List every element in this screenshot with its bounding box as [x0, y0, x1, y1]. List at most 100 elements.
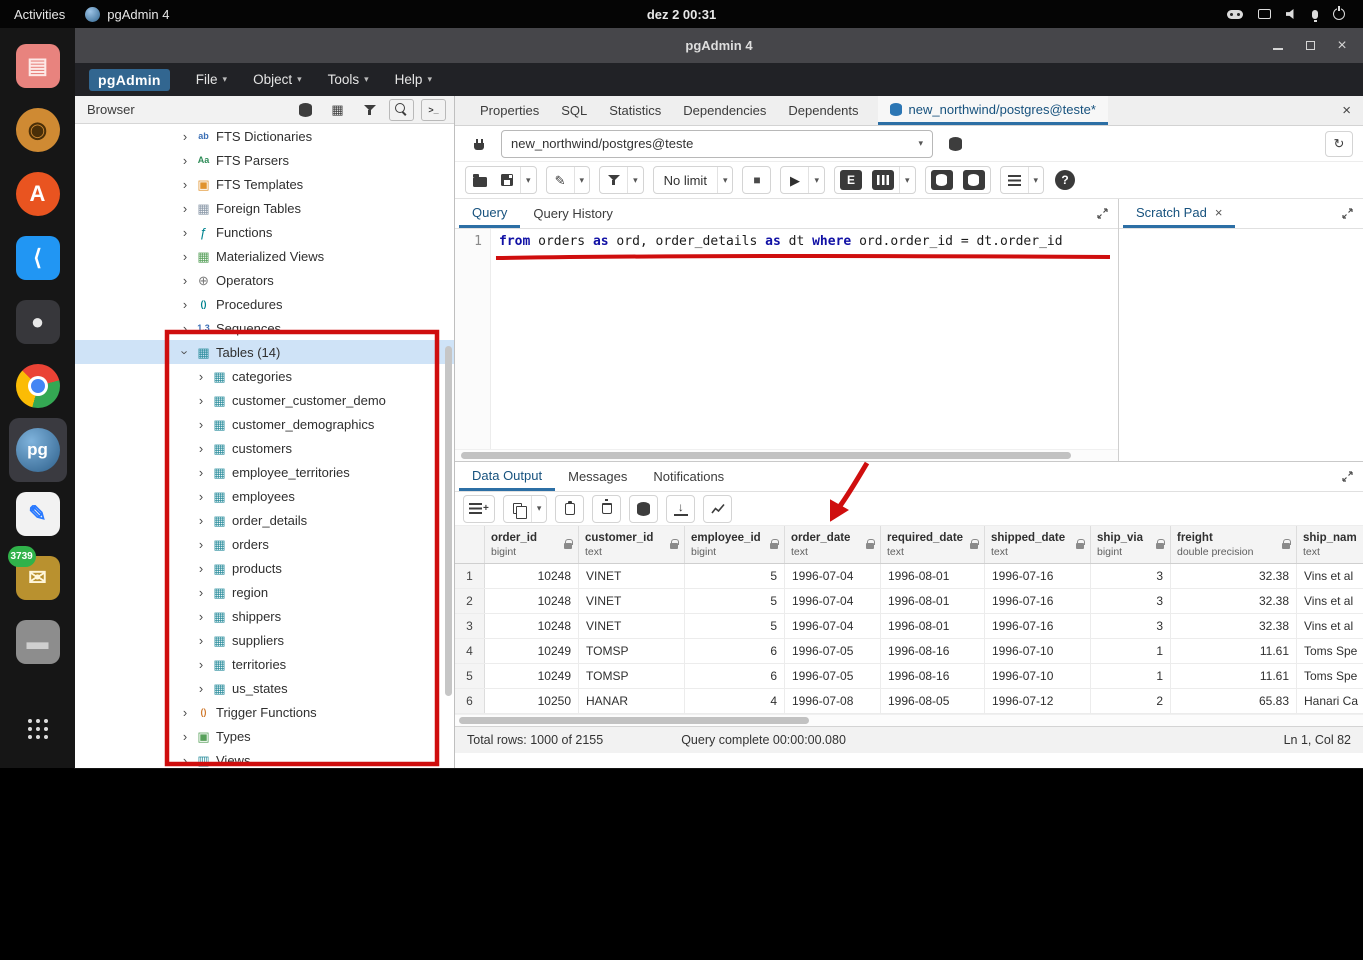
cell-order-date[interactable]: 1996-07-04: [785, 589, 881, 613]
column-header-ship-via[interactable]: ship_via bigint: [1091, 526, 1171, 563]
paste-button[interactable]: [556, 496, 583, 522]
cell-order-id[interactable]: 10248: [485, 589, 579, 613]
cell-shipped-date[interactable]: 1996-07-16: [985, 589, 1091, 613]
tab-statistics[interactable]: Statistics: [598, 96, 672, 125]
dock-item-ubuntu-software-app[interactable]: A: [9, 162, 67, 226]
query-tool-button[interactable]: [293, 99, 318, 121]
table-row[interactable]: 6 10250 HANAR 4 1996-07-08 1996-08-05 1996-07-…: [455, 689, 1363, 714]
table-row[interactable]: 4 10249 TOMSP 6 1996-07-05 1996-08-16 1996-07-…: [455, 639, 1363, 664]
cell-employee-id[interactable]: 5: [685, 614, 785, 638]
dock-item-chrome-app[interactable]: [9, 354, 67, 418]
row-number-cell[interactable]: 1: [455, 564, 485, 588]
tree-item-employee-territories[interactable]: › ▦ employee_territories: [75, 460, 454, 484]
cell-ship-nam[interactable]: Vins et al: [1297, 564, 1363, 588]
expand-icon[interactable]: ›: [195, 513, 207, 528]
tree-item-customer-demographics[interactable]: › ▦ customer_demographics: [75, 412, 454, 436]
tab-query[interactable]: Query: [459, 199, 521, 228]
expand-icon[interactable]: ›: [195, 369, 207, 384]
cell-ship-nam[interactable]: Vins et al: [1297, 589, 1363, 613]
edit-options-caret-button[interactable]: ▾: [573, 167, 590, 193]
menu-object[interactable]: Object ▾: [253, 72, 302, 87]
cell-customer-id[interactable]: VINET: [579, 589, 685, 613]
dock-item-archive-app[interactable]: ▬: [9, 610, 67, 674]
delete-row-button[interactable]: [593, 496, 620, 522]
help-button[interactable]: ?: [1055, 170, 1076, 190]
expand-icon[interactable]: ›: [195, 465, 207, 480]
cell-ship-nam[interactable]: Toms Spe: [1297, 664, 1363, 688]
tree-item-types[interactable]: › ▣ Types: [75, 724, 454, 748]
cell-freight[interactable]: 11.61: [1171, 664, 1297, 688]
activities-button[interactable]: Activities: [14, 7, 65, 22]
table-row[interactable]: 2 10248 VINET 5 1996-07-04 1996-08-01 1996-07-…: [455, 589, 1363, 614]
cell-shipped-date[interactable]: 1996-07-10: [985, 664, 1091, 688]
expand-icon[interactable]: ›: [195, 609, 207, 624]
game-controller-icon[interactable]: [1227, 9, 1243, 19]
volume-icon[interactable]: [1286, 8, 1294, 20]
cell-customer-id[interactable]: VINET: [579, 564, 685, 588]
maximize-button[interactable]: [1299, 35, 1321, 57]
tree-item-sequences[interactable]: › 1.3 Sequences: [75, 316, 454, 340]
tab-dependents[interactable]: Dependents: [777, 96, 869, 125]
tree-item-trigger-functions[interactable]: › () Trigger Functions: [75, 700, 454, 724]
macros-caret-button[interactable]: ▾: [1027, 167, 1044, 193]
column-header-order-id[interactable]: order_id bigint: [485, 526, 579, 563]
grid-hscrollbar[interactable]: [455, 714, 1363, 726]
cell-customer-id[interactable]: VINET: [579, 614, 685, 638]
cell-order-id[interactable]: 10250: [485, 689, 579, 713]
tab-sql[interactable]: SQL: [550, 96, 598, 125]
cell-shipped-date[interactable]: 1996-07-16: [985, 564, 1091, 588]
dock-item-mail-app[interactable]: ✉ 3739: [7, 546, 67, 610]
cell-ship-via[interactable]: 1: [1091, 664, 1171, 688]
cell-order-id[interactable]: 10249: [485, 639, 579, 663]
column-header-shipped-date[interactable]: shipped_date text: [985, 526, 1091, 563]
dock-item-notes-app[interactable]: ✎: [9, 482, 67, 546]
cell-customer-id[interactable]: TOMSP: [579, 664, 685, 688]
cell-order-id[interactable]: 10248: [485, 564, 579, 588]
tree-item-materialized-views[interactable]: › ▦ Materialized Views: [75, 244, 454, 268]
tree-item-suppliers[interactable]: › ▦ suppliers: [75, 628, 454, 652]
minimize-button[interactable]: [1267, 35, 1289, 57]
cell-required-date[interactable]: 1996-08-01: [881, 589, 985, 613]
expand-icon[interactable]: ›: [179, 225, 191, 240]
tree-item-procedures[interactable]: › () Procedures: [75, 292, 454, 316]
expand-icon[interactable]: ›: [179, 249, 191, 264]
tree-item-views[interactable]: › ▥ Views: [75, 748, 454, 768]
cell-employee-id[interactable]: 6: [685, 664, 785, 688]
cell-ship-via[interactable]: 3: [1091, 614, 1171, 638]
dock-item-vscode-app[interactable]: ⟨: [9, 226, 67, 290]
execute-button[interactable]: ▶: [781, 167, 808, 193]
editor-hscrollbar[interactable]: [455, 449, 1118, 461]
expand-icon[interactable]: ›: [179, 129, 191, 144]
tree-item-fts-parsers[interactable]: › Aa FTS Parsers: [75, 148, 454, 172]
filter-button[interactable]: [600, 167, 627, 193]
expand-icon[interactable]: ›: [195, 393, 207, 408]
dock-item-screenshot-app[interactable]: ●: [9, 290, 67, 354]
tab-notifications[interactable]: Notifications: [640, 462, 737, 491]
new-connection-button[interactable]: [941, 131, 969, 157]
search-objects-button[interactable]: [389, 98, 414, 121]
connection-select[interactable]: new_northwind/postgres@teste ▾: [501, 129, 933, 158]
focused-app-indicator[interactable]: pgAdmin 4: [85, 6, 169, 22]
tab-query-history[interactable]: Query History: [520, 199, 625, 228]
expand-icon[interactable]: ›: [195, 585, 207, 600]
expand-icon[interactable]: ›: [179, 321, 191, 336]
cell-order-date[interactable]: 1996-07-05: [785, 639, 881, 663]
scrollbar-thumb[interactable]: [459, 717, 809, 724]
column-header-ship-nam[interactable]: ship_nam text: [1297, 526, 1363, 563]
tree-item-categories[interactable]: › ▦ categories: [75, 364, 454, 388]
cell-order-date[interactable]: 1996-07-05: [785, 664, 881, 688]
graph-visualiser-button[interactable]: [704, 496, 731, 522]
cell-required-date[interactable]: 1996-08-16: [881, 664, 985, 688]
download-button[interactable]: ↓: [667, 496, 694, 522]
tree-item-shippers[interactable]: › ▦ shippers: [75, 604, 454, 628]
rollback-button[interactable]: [958, 167, 990, 193]
row-number-cell[interactable]: 6: [455, 689, 485, 713]
tab-query-tool[interactable]: new_northwind/postgres@teste*: [877, 96, 1108, 125]
scrollbar-thumb[interactable]: [461, 452, 1071, 459]
psql-tool-button[interactable]: >_: [421, 98, 446, 121]
sql-code-line[interactable]: from orders as ord, order_details as dt …: [499, 234, 1063, 249]
cell-ship-via[interactable]: 3: [1091, 564, 1171, 588]
expand-icon[interactable]: ›: [179, 729, 191, 744]
explain-options-caret-button[interactable]: ▾: [899, 167, 915, 193]
power-icon[interactable]: [1333, 6, 1345, 20]
